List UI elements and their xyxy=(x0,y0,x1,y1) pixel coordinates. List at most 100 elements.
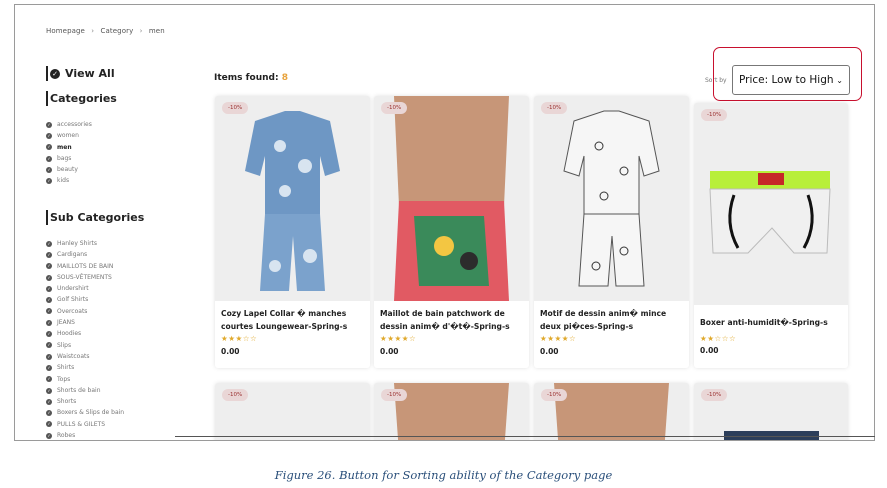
subcategory-item[interactable]: ✓ Waistcoats xyxy=(46,351,124,362)
shirt-icon xyxy=(534,96,689,301)
star-rating: ★★★★☆ xyxy=(540,334,576,343)
product-image[interactable]: -10% xyxy=(215,96,370,301)
product-card[interactable]: -10% Cozy Lapel Collar � manches courtes… xyxy=(215,96,370,368)
subcategory-item[interactable]: ✓ Shorts xyxy=(46,396,124,407)
view-all-link[interactable]: ✓ View All xyxy=(46,66,115,81)
subcategory-item[interactable]: ✓ Tops xyxy=(46,374,124,385)
subcategory-label: Shorts de bain xyxy=(57,386,101,394)
subcategory-item[interactable]: ✓ MAILLOTS DE BAIN xyxy=(46,261,124,272)
breadcrumb-homepage[interactable]: Homepage xyxy=(46,27,85,35)
subcategories-heading: Sub Categories xyxy=(46,210,144,225)
items-found-label: Items found: xyxy=(214,73,279,83)
discount-badge: -10% xyxy=(222,102,249,114)
breadcrumb-separator: › xyxy=(139,27,143,35)
product-card[interactable]: -10% xyxy=(694,383,848,440)
screenshot-frame: Homepage › Category › men ✓ View All Cat… xyxy=(14,4,875,441)
star-icon: ★ xyxy=(554,334,562,343)
product-image[interactable]: -10% xyxy=(694,103,848,305)
product-card[interactable]: -10% xyxy=(374,383,529,440)
breadcrumb-category[interactable]: Category xyxy=(101,27,134,35)
figure-caption: Figure 26. Button for Sorting ability of… xyxy=(274,468,613,482)
subcategory-item[interactable]: ✓ SOUS-VÊTEMENTS xyxy=(46,272,124,283)
product-card[interactable]: -10% xyxy=(534,383,689,440)
product-card[interactable]: -10% Boxer anti-humidit�-Spring-s ★★☆☆☆ … xyxy=(694,103,848,368)
discount-badge: -10% xyxy=(541,102,568,114)
subcategory-label: Hanley Shirts xyxy=(57,240,98,247)
product-image[interactable]: -10% xyxy=(534,96,689,301)
product-name[interactable]: Motif de dessin anim� mince deux pi�ces-… xyxy=(540,308,685,333)
subcategory-item[interactable]: ✓ Robes xyxy=(46,430,124,440)
check-circle-icon: ✓ xyxy=(46,297,52,304)
subcategory-item[interactable]: ✓ Shirts xyxy=(46,362,124,373)
star-icon: ★ xyxy=(561,334,569,343)
check-circle-icon: ✓ xyxy=(46,121,52,128)
product-name[interactable]: Boxer anti-humidit�-Spring-s xyxy=(700,317,845,330)
product-image[interactable]: -10% xyxy=(374,96,529,301)
subcategory-label: Slips xyxy=(57,341,72,349)
star-icon: ☆ xyxy=(408,334,417,343)
product-name[interactable]: Maillot de bain patchwork de dessin anim… xyxy=(380,308,525,333)
check-circle-icon: ✓ xyxy=(46,263,52,270)
category-item[interactable]: ✓ accessories xyxy=(46,119,92,130)
product-card[interactable]: -10% Motif de dessin anim� mince deux pi… xyxy=(534,96,689,368)
subcategory-list: ✓ Hanley Shirts ✓ Cardigans ✓ MAILLOTS DE BAI… xyxy=(46,238,124,440)
check-circle-icon: ✓ xyxy=(46,387,52,394)
sort-selected-value: Price: Low to High xyxy=(739,74,834,86)
category-item[interactable]: ✓ kids xyxy=(46,175,92,186)
check-circle-icon: ✓ xyxy=(46,132,52,139)
subcategory-item[interactable]: ✓ Golf Shirts xyxy=(46,294,124,305)
subcategory-item[interactable]: ✓ PULLS & GILETS xyxy=(46,419,124,430)
heading-bar xyxy=(46,210,48,225)
star-icon: ★ xyxy=(401,334,409,343)
subcategory-label: Cardigans xyxy=(57,251,88,259)
product-price: 0.00 xyxy=(221,347,240,356)
product-card[interactable]: -10% xyxy=(215,383,370,440)
category-item[interactable]: ✓ men xyxy=(46,142,92,153)
subcategory-item[interactable]: ✓ Hanley Shirts xyxy=(46,238,124,249)
category-item[interactable]: ✓ women xyxy=(46,130,92,141)
subcategory-label: Shorts xyxy=(57,398,77,406)
subcategory-label: Overcoats xyxy=(57,307,88,315)
subcategory-label: MAILLOTS DE BAIN xyxy=(57,262,114,270)
product-name[interactable]: Cozy Lapel Collar � manches courtes Loun… xyxy=(221,308,366,333)
check-circle-icon: ✓ xyxy=(46,398,52,405)
subcategory-label: Hoodies xyxy=(57,330,82,338)
subcategory-label: Shirts xyxy=(57,364,75,372)
check-circle-icon: ✓ xyxy=(46,364,52,371)
subcategory-label: SOUS-VÊTEMENTS xyxy=(57,273,112,281)
divider xyxy=(175,436,875,437)
subcategory-item[interactable]: ✓ JEANS xyxy=(46,317,124,328)
discount-badge: -10% xyxy=(541,389,568,401)
discount-badge: -10% xyxy=(701,389,728,401)
star-rating: ★★★★☆ xyxy=(380,334,416,343)
items-found-count: 8 xyxy=(281,73,288,83)
subcategory-item[interactable]: ✓ Cardigans xyxy=(46,249,124,260)
star-icon: ☆ xyxy=(714,334,722,343)
category-label: beauty xyxy=(57,166,78,174)
subcategory-item[interactable]: ✓ Shorts de bain xyxy=(46,385,124,396)
star-icon: ☆ xyxy=(721,334,729,343)
subcategory-item[interactable]: ✓ Boxers & Slips de bain xyxy=(46,407,124,418)
subcategory-item[interactable]: ✓ Hoodies xyxy=(46,328,124,339)
star-rating: ★★★☆☆ xyxy=(221,334,257,343)
check-circle-icon: ✓ xyxy=(46,342,52,349)
sort-select[interactable]: Price: Low to High ⌄ xyxy=(732,65,850,95)
discount-badge: -10% xyxy=(381,102,408,114)
star-icon: ☆ xyxy=(242,334,250,343)
check-circle-icon: ✓ xyxy=(46,274,52,281)
subcategory-item[interactable]: ✓ Slips xyxy=(46,340,124,351)
category-item[interactable]: ✓ beauty xyxy=(46,164,92,175)
check-circle-icon: ✓ xyxy=(46,155,52,162)
check-circle-icon: ✓ xyxy=(46,432,52,439)
swimwear-icon xyxy=(374,96,529,301)
category-item[interactable]: ✓ bags xyxy=(46,153,92,164)
chevron-down-icon: ⌄ xyxy=(836,75,843,85)
subcategory-label: Boxers & Slips de bain xyxy=(57,409,125,417)
star-icon: ☆ xyxy=(568,334,577,343)
check-circle-icon: ✓ xyxy=(46,410,52,417)
subcategory-item[interactable]: ✓ Undershirt xyxy=(46,283,124,294)
subcategory-label: Golf Shirts xyxy=(57,296,89,304)
product-card[interactable]: -10% Maillot de bain patchwork de dessin… xyxy=(374,96,529,368)
subcategory-item[interactable]: ✓ Overcoats xyxy=(46,306,124,317)
breadcrumb: Homepage › Category › men xyxy=(46,27,169,35)
